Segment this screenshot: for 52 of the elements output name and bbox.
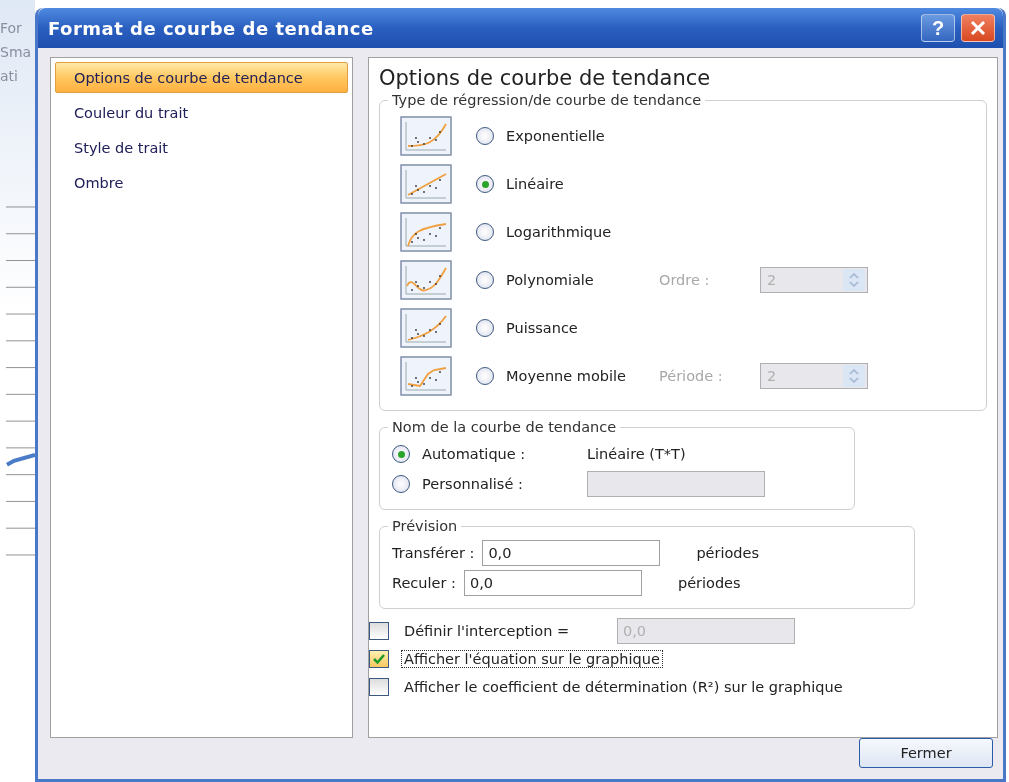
option-label: Automatique :: [422, 446, 527, 462]
input-field[interactable]: 0,0: [482, 540, 661, 566]
close-icon: [970, 20, 986, 36]
field-label: Reculer :: [392, 575, 456, 591]
ribbon-text: For: [0, 19, 23, 38]
radio-button[interactable]: [476, 127, 494, 145]
option-label: Personnalisé :: [422, 476, 524, 492]
help-button[interactable]: ?: [921, 14, 955, 42]
sidebar-item[interactable]: Style de trait: [55, 132, 348, 163]
radio-button[interactable]: [476, 175, 494, 193]
panel-title: Options de courbe de tendance: [379, 66, 712, 90]
spin-arrows-icon: [843, 269, 865, 291]
radio-button[interactable]: [476, 223, 494, 241]
option-label: Linéaire: [506, 176, 565, 192]
group-title: Prévision: [391, 518, 459, 534]
ribbon-text: Sma: [0, 43, 33, 62]
input-field[interactable]: 0,0: [463, 570, 642, 596]
trend-chart-icon: [400, 356, 452, 396]
radio-button[interactable]: [476, 319, 494, 337]
spin-arrows-icon: [843, 365, 865, 387]
group-title: Nom de la courbe de tendance: [391, 419, 618, 435]
trend-chart-icon: [400, 308, 452, 348]
trend-chart-icon: [400, 212, 452, 252]
unit-label: périodes: [696, 545, 760, 561]
param-label: Période :: [659, 368, 724, 384]
field-label: Transférer :: [392, 545, 475, 561]
option-label: Puissance: [506, 320, 579, 336]
window-title: Format de courbe de tendance: [48, 17, 375, 39]
param-label: Ordre :: [659, 272, 711, 288]
trendline-name: Linéaire (T*T): [587, 446, 686, 462]
checkbox-label: Afficher l'équation sur le graphique: [401, 650, 663, 668]
radio-button[interactable]: [392, 475, 410, 493]
checkbox-label: Définir l'interception =: [403, 622, 571, 640]
option-label: Moyenne mobile: [506, 368, 627, 384]
checkbox[interactable]: [369, 650, 389, 668]
group-title: Type de régression/de courbe de tendance: [391, 92, 703, 108]
option-label: Polynomiale: [506, 272, 595, 288]
radio-button[interactable]: [392, 445, 410, 463]
trend-chart-icon: [400, 116, 452, 156]
close-button[interactable]: [961, 14, 995, 42]
sidebar-item[interactable]: Ombre: [55, 167, 348, 198]
checkbox-label: Afficher le coefficient de détermination (R²) sur le graphique: [403, 678, 844, 696]
unit-label: périodes: [677, 575, 741, 591]
sidebar-item[interactable]: Options de courbe de tendance: [55, 62, 348, 93]
trend-chart-icon: [400, 164, 452, 204]
checkbox[interactable]: [369, 678, 389, 696]
ribbon-text: ati: [0, 67, 19, 86]
trend-chart-icon: [400, 260, 452, 300]
sidebar-item[interactable]: Couleur du trait: [55, 97, 348, 128]
option-label: Logarithmique: [506, 224, 613, 240]
close-dialog-button[interactable]: Fermer: [859, 738, 993, 768]
option-label: Exponentielle: [506, 128, 606, 144]
